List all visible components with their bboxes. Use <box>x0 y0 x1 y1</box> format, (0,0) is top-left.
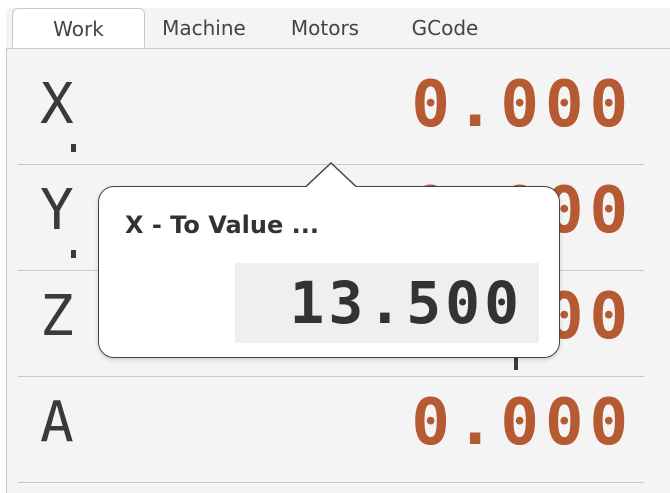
axis-row-x[interactable]: X 0.000 <box>18 58 644 165</box>
axis-value-a[interactable]: 0.000 <box>411 386 634 460</box>
axis-label-y: Y <box>40 178 74 243</box>
value-marker <box>514 358 518 370</box>
axis-label-z: Z <box>40 284 74 349</box>
tab-machine[interactable]: Machine <box>154 8 254 48</box>
popup-pointer <box>306 162 356 188</box>
tab-gcode[interactable]: GCode <box>400 8 490 48</box>
set-value-popup: X - To Value ... 13.500 <box>98 186 560 358</box>
axis-marker-dot <box>71 144 76 152</box>
popup-value-input[interactable]: 13.500 <box>235 263 539 343</box>
axis-value-x[interactable]: 0.000 <box>411 68 634 142</box>
axis-marker-dot <box>71 250 76 258</box>
axis-row-a[interactable]: A 0.000 <box>18 376 644 483</box>
axis-label-x: X <box>40 72 74 137</box>
tab-work[interactable]: Work <box>12 8 145 48</box>
axis-label-a: A <box>40 390 74 455</box>
tab-bar: Work Machine Motors GCode <box>6 8 670 49</box>
popup-title: X - To Value ... <box>125 211 319 239</box>
tab-motors[interactable]: Motors <box>278 8 372 48</box>
